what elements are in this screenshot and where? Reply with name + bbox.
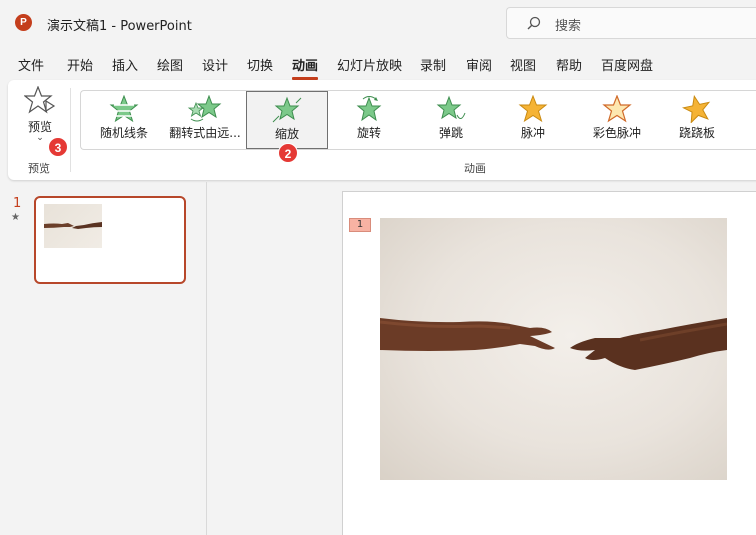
animation-label: 跷跷板 [678,126,715,140]
hands-reaching-photo[interactable] [380,218,727,480]
random-bars-star-icon [109,95,139,123]
step-badge-2: 2 [278,143,298,163]
animation-label: 脉冲 [520,126,545,140]
animation-float-in[interactable]: 翻转式由远... [163,91,247,149]
step-badge-3: 3 [48,137,68,157]
group-divider [70,88,71,172]
tab-draw[interactable]: 绘图 [157,55,183,74]
tab-record[interactable]: 录制 [420,55,446,74]
animation-gallery: 随机线条 翻转式由远... 缩放 旋转 弹跳 脉冲 彩色脉冲 跷跷板 [80,90,756,150]
tab-baidu-netdisk[interactable]: 百度网盘 [601,55,653,74]
animation-label: 缩放 [274,127,299,141]
bounce-star-icon [436,95,466,120]
preview-group-label: 预览 [28,162,50,175]
float-in-star-icon [187,95,222,122]
animation-color-pulse[interactable]: 彩色脉冲 [577,91,657,149]
animation-order-tag[interactable]: 1 [349,218,371,232]
search-icon [527,16,541,30]
animation-teeter[interactable]: 跷跷板 [661,91,733,149]
zoom-star-icon [272,96,302,123]
animation-spin[interactable]: 旋转 [331,91,407,149]
pulse-star-icon [518,95,548,123]
tab-transitions[interactable]: 切换 [247,55,273,74]
tab-review[interactable]: 审阅 [466,55,492,74]
spin-star-icon [356,96,382,122]
teeter-star-icon [682,95,711,123]
search-placeholder: 搜索 [555,19,582,34]
color-pulse-star-icon [602,95,632,123]
slide-thumbnail[interactable] [34,196,186,284]
tab-animations[interactable]: 动画 [292,55,319,80]
animation-label: 彩色脉冲 [592,126,641,140]
preview-group: 预览 ⌄ 预览 [8,80,70,180]
animation-bounce[interactable]: 弹跳 [413,91,489,149]
tab-file[interactable]: 文件 [18,55,44,74]
animation-marker-icon: ★ [11,212,20,223]
search-input[interactable]: 搜索 [506,7,756,39]
animation-label: 旋转 [356,126,381,140]
animation-zoom[interactable]: 缩放 [246,91,328,149]
title-bar: P 演示文稿1 - PowerPoint 搜索 [0,0,756,46]
tab-slideshow[interactable]: 幻灯片放映 [337,55,402,74]
animation-label: 翻转式由远... [169,126,241,140]
menu-tabs: 文件 开始 插入 绘图 设计 切换 动画 幻灯片放映 录制 审阅 视图 帮助 百… [0,50,756,80]
powerpoint-logo-icon: P [15,14,32,31]
animation-group-label: 动画 [464,162,486,175]
pane-divider [206,182,207,535]
slide-number: 1 [13,196,22,211]
tab-view[interactable]: 视图 [510,55,536,74]
animation-label: 弹跳 [438,126,463,140]
animation-pulse[interactable]: 脉冲 [495,91,571,149]
ribbon: 预览 ⌄ 预览 随机线条 翻转式由远... 缩放 旋转 弹跳 脉冲 彩色脉冲 跷… [8,80,756,180]
tab-home[interactable]: 开始 [67,55,93,74]
animation-random-bars[interactable]: 随机线条 [89,91,159,149]
preview-star-icon [24,86,56,114]
animation-label: 随机线条 [99,126,148,140]
document-title: 演示文稿1 - PowerPoint [47,19,192,34]
tab-help[interactable]: 帮助 [556,55,582,74]
thumbnail-image [44,204,102,248]
tab-insert[interactable]: 插入 [112,55,138,74]
tab-design[interactable]: 设计 [202,55,228,74]
